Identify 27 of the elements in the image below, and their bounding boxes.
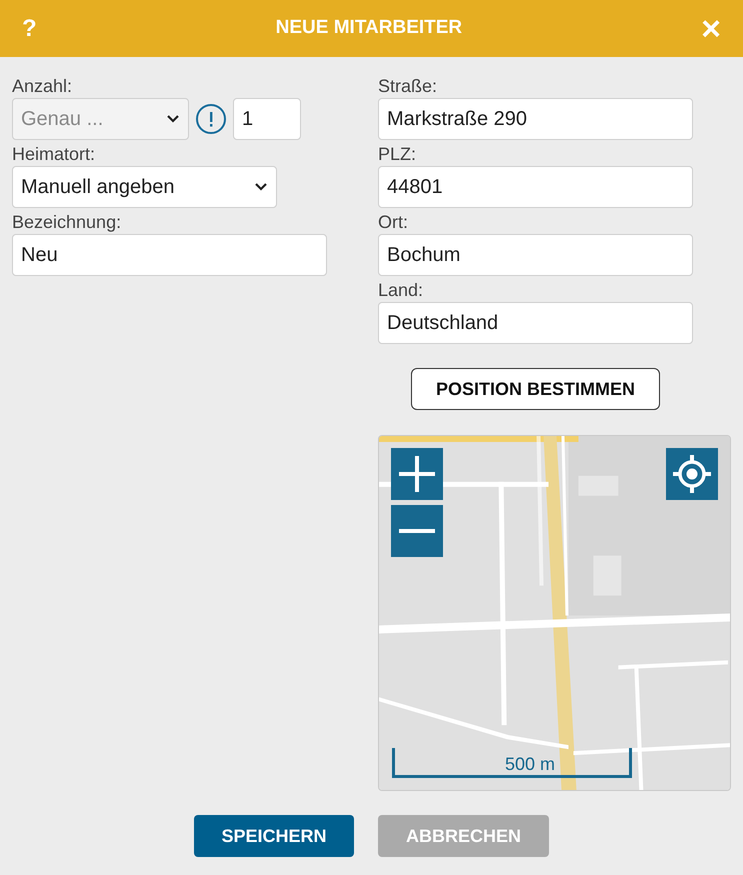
zoom-out-button[interactable] [391, 505, 443, 557]
input-field[interactable]: Markstraße 290 [378, 98, 693, 140]
input-field[interactable]: Bochum [378, 234, 693, 276]
field-label: Straße: [378, 75, 438, 98]
field-label: Heimatort: [12, 143, 96, 166]
plus-icon [399, 456, 435, 492]
chevron-down-icon [166, 114, 180, 124]
field-label: PLZ: [378, 143, 418, 166]
input-field[interactable]: Neu [12, 234, 327, 276]
dropdown[interactable]: Manuell angeben [12, 166, 277, 208]
scale-label: 500 m [504, 753, 556, 775]
input-field[interactable]: Deutschland [378, 302, 693, 344]
locate-button[interactable] [666, 448, 718, 500]
chevron-down-icon [254, 182, 268, 192]
field-label: Anzahl: [12, 75, 74, 98]
field-label: Land: [378, 279, 424, 302]
map[interactable]: 500 m [378, 435, 731, 791]
minus-icon [399, 529, 435, 533]
info-icon[interactable] [195, 103, 227, 135]
field-label: Ort: [378, 211, 409, 234]
input-field[interactable]: 44801 [378, 166, 693, 208]
save-button[interactable]: SPEICHERN [194, 815, 354, 857]
locate-position-button[interactable]: POSITION BESTIMMEN [410, 368, 660, 410]
dialog-title: NEUE MITARBEITER [276, 16, 462, 40]
field-label: Bezeichnung: [12, 211, 122, 234]
crosshair-icon [672, 454, 712, 494]
zoom-in-button[interactable] [391, 448, 443, 500]
